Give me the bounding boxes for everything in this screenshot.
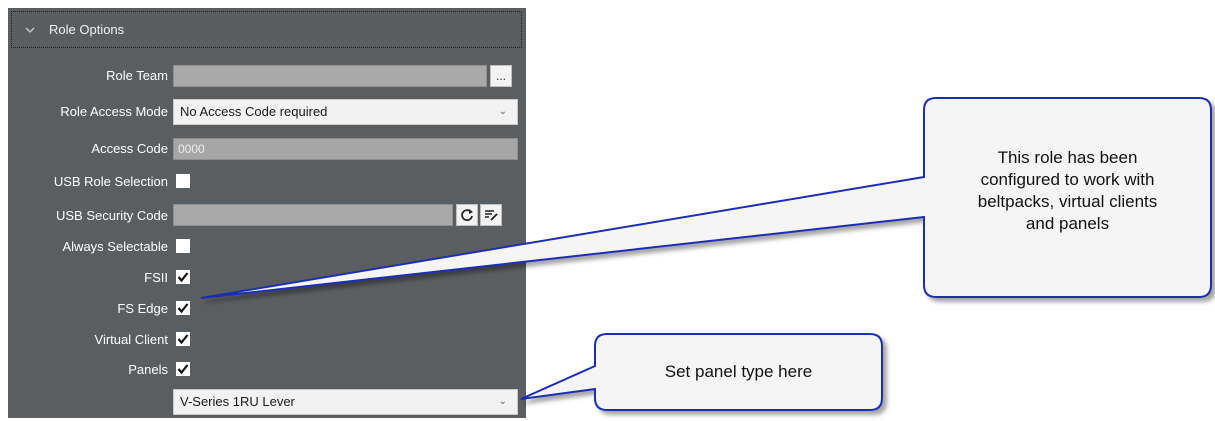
callout-line: beltpacks, virtual clients <box>977 192 1158 211</box>
callout-line: and panels <box>1025 214 1110 233</box>
callout-line: configured to work with <box>980 170 1155 189</box>
role-config-callout: This role has been configured to work wi… <box>926 147 1209 235</box>
callout-text: Set panel type here <box>664 362 813 381</box>
panel-type-callout: Set panel type here <box>597 361 880 383</box>
callout-line: This role has been <box>997 148 1138 167</box>
